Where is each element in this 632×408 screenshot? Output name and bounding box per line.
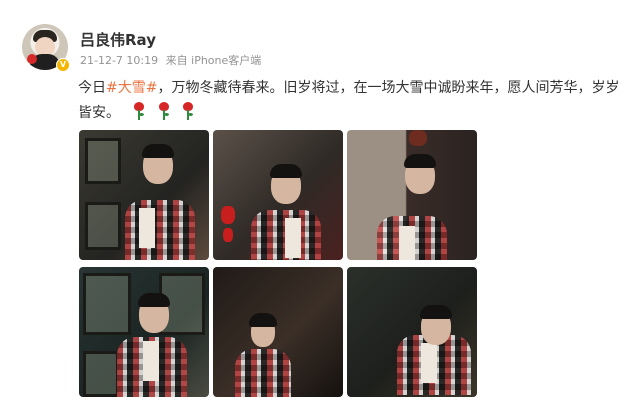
photo-3[interactable]: [347, 130, 477, 260]
photo-6[interactable]: [347, 267, 477, 397]
rose-icon: [132, 102, 146, 120]
photo-5[interactable]: [213, 267, 343, 397]
rose-icon: [181, 102, 195, 120]
post-meta: 21-12-7 10:19 来自 iPhone客户端: [80, 52, 265, 68]
hashtag-link[interactable]: #大雪#: [106, 80, 157, 96]
photo-4[interactable]: [79, 267, 209, 397]
post-timestamp[interactable]: 21-12-7 10:19: [80, 54, 158, 67]
avatar-flower-icon: [27, 54, 37, 64]
photo-grid: [79, 130, 481, 399]
emoji-group: [132, 102, 201, 129]
post-text-before: 今日: [78, 80, 106, 96]
post-source: 来自 iPhone客户端: [165, 54, 262, 67]
post-content: 今日#大雪#，万物冬藏待春来。旧岁将过，在一场大雪中诚盼来年，愿人间芳华，岁岁皆…: [78, 76, 626, 129]
verified-badge-icon: V: [56, 58, 70, 72]
photo-2[interactable]: [213, 130, 343, 260]
username[interactable]: 吕良伟Ray: [80, 29, 156, 50]
photo-1[interactable]: [79, 130, 209, 260]
rose-icon: [157, 102, 171, 120]
